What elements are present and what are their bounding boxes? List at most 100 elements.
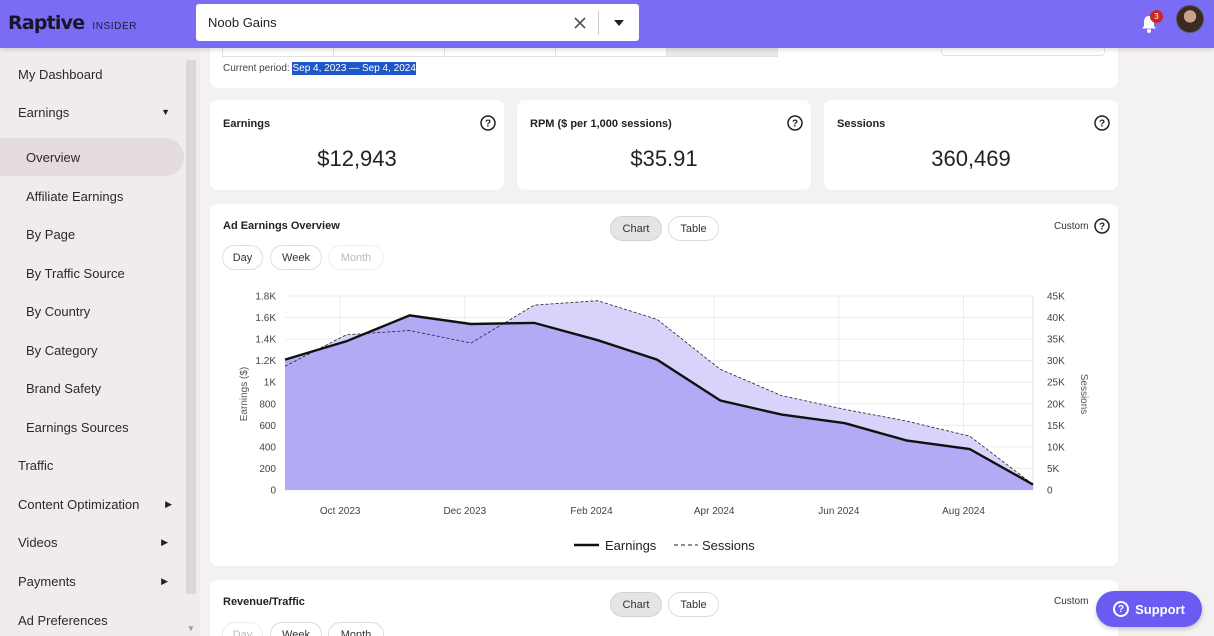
logo-subtitle: INSIDER (92, 21, 138, 32)
y-tick-label: 200 (259, 464, 276, 475)
sidebar-item-label: Traffic (18, 457, 54, 473)
custom-label: Custom (1054, 596, 1089, 607)
y-tick-label: 1.4K (255, 335, 276, 346)
sidebar-item-by-page[interactable]: By Page (0, 215, 184, 253)
sidebar-item-earnings-sources[interactable]: Earnings Sources (0, 408, 184, 446)
support-label: Support (1135, 601, 1185, 617)
sidebar-item-label: My Dashboard (18, 66, 103, 82)
metric-value: $35.91 (630, 146, 698, 171)
sidebar-item-label: By Country (26, 303, 91, 319)
avatar[interactable] (1176, 5, 1204, 33)
caret-right-icon: ▶ (161, 536, 168, 547)
sidebar-item-brand-safety[interactable]: Brand Safety (0, 369, 184, 407)
y-tick-label: 1.8K (255, 292, 276, 303)
y2-axis-label: Sessions (1078, 374, 1089, 415)
logo[interactable]: Raptive INSIDER (8, 12, 137, 34)
metric-title: Earnings (223, 118, 271, 130)
granularity-week[interactable]: Week (270, 622, 322, 636)
sidebar-item-label: By Traffic Source (26, 265, 125, 281)
sidebar-item-payments[interactable]: Payments ▶ (0, 562, 184, 600)
chart-legend: Earnings Sessions (574, 538, 755, 553)
y2-tick-label: 10K (1047, 442, 1065, 453)
sidebar-item-label: Affiliate Earnings (26, 188, 124, 204)
chevron-down-icon[interactable] (599, 4, 639, 41)
support-button[interactable]: ? Support (1096, 591, 1202, 627)
earnings-card: Earnings ? $12,943 (210, 100, 504, 190)
metric-title: RPM ($ per 1,000 sessions) (530, 118, 672, 130)
y-tick-label: 1.2K (255, 356, 276, 367)
legend-earnings: Earnings (605, 538, 657, 553)
sidebar-item-earnings[interactable]: Earnings ▼ (0, 93, 184, 131)
sidebar-item-traffic[interactable]: Traffic (0, 446, 184, 484)
y-tick-label: 1.6K (255, 313, 276, 324)
sidebar-item-label: Ad Preferences (18, 612, 108, 628)
sidebar-item-videos[interactable]: Videos ▶ (0, 523, 184, 561)
sidebar-item-label: Videos (18, 534, 58, 550)
help-icon[interactable]: ? (480, 115, 496, 131)
sidebar-item-overview[interactable]: Overview (0, 138, 184, 176)
sidebar-item-label: Content Optimization (18, 496, 140, 512)
sidebar-item-my-dashboard[interactable]: My Dashboard (0, 55, 184, 93)
logo-text: Raptive (8, 12, 85, 34)
y-tick-label: 600 (259, 421, 276, 432)
x-tick-label: Jun 2024 (818, 506, 860, 517)
sidebar-item-by-category[interactable]: By Category (0, 331, 184, 369)
question-icon: ? (1113, 601, 1130, 617)
metric-title: Sessions (837, 118, 886, 130)
sidebar-item-label: Earnings Sources (26, 419, 129, 435)
clear-icon[interactable] (562, 4, 598, 41)
sidebar-item-label: Overview (26, 149, 81, 165)
sidebar-item-label: Brand Safety (26, 380, 102, 396)
sidebar-item-by-traffic-source[interactable]: By Traffic Source (0, 254, 184, 292)
notification-badge: 3 (1150, 10, 1163, 23)
sidebar-item-label: Earnings (18, 104, 70, 120)
granularity-day[interactable]: Day (222, 622, 263, 636)
sidebar-scrollbar[interactable] (186, 60, 196, 594)
sessions-card: Sessions ? 360,469 (824, 100, 1118, 190)
metric-value: $12,943 (317, 146, 397, 171)
tab-chart[interactable]: Chart (610, 592, 662, 617)
current-period-label: Current period: (223, 63, 290, 74)
y2-tick-label: 20K (1047, 399, 1065, 410)
tab-table[interactable]: Table (668, 592, 719, 617)
ad-earnings-chart: 0 0 200 5K 400 10K 600 15K 800 20K 1K 25K 1.2K 30K 1.4… (239, 292, 1089, 554)
y-tick-label: 800 (259, 399, 276, 410)
sidebar-item-label: Payments (18, 573, 76, 589)
x-tick-label: Dec 2023 (443, 506, 486, 517)
x-tick-label: Feb 2024 (570, 506, 613, 517)
scroll-down-icon[interactable]: ▼ (186, 624, 196, 633)
sidebar-item-content-optimization[interactable]: Content Optimization ▶ (0, 485, 184, 523)
current-period-range: Sep 4, 2023 — Sep 4, 2024 (292, 62, 416, 75)
sidebar-item-ad-preferences[interactable]: Ad Preferences (0, 601, 184, 636)
granularity-month[interactable]: Month (328, 622, 384, 636)
y-tick-label: 0 (270, 486, 276, 497)
x-tick-label: Aug 2024 (942, 506, 985, 517)
x-tick-label: Oct 2023 (320, 506, 361, 517)
help-icon[interactable]: ? (787, 115, 803, 131)
revenue-traffic-card: Revenue/Traffic Chart Table Custom Day W… (210, 580, 1118, 636)
sidebar-item-label: By Category (26, 342, 98, 358)
y2-tick-label: 25K (1047, 378, 1065, 389)
svg-text:?: ? (485, 119, 491, 130)
svg-text:?: ? (1099, 119, 1105, 130)
caret-right-icon: ▶ (165, 498, 172, 509)
sidebar-item-label: By Page (26, 226, 76, 242)
ad-earnings-overview-card: Ad Earnings Overview Chart Table Custom … (210, 204, 1118, 566)
y2-tick-label: 40K (1047, 313, 1065, 324)
site-selector-value[interactable]: Noob Gains (196, 15, 562, 30)
metric-value: 360,469 (931, 146, 1011, 171)
help-icon[interactable]: ? (1094, 115, 1110, 131)
sidebar-item-by-country[interactable]: By Country (0, 292, 184, 330)
y-tick-label: 1K (264, 378, 277, 389)
y-tick-label: 400 (259, 442, 276, 453)
rpm-card: RPM ($ per 1,000 sessions) ? $35.91 (517, 100, 811, 190)
site-selector[interactable]: Noob Gains (196, 4, 639, 41)
current-period: Current period: Sep 4, 2023 — Sep 4, 202… (223, 62, 416, 75)
sidebar-item-affiliate-earnings[interactable]: Affiliate Earnings (0, 177, 184, 215)
y2-tick-label: 0 (1047, 486, 1053, 497)
x-tick-label: Apr 2024 (694, 506, 735, 517)
y2-tick-label: 45K (1047, 292, 1065, 303)
y-axis-label: Earnings ($) (239, 367, 250, 421)
legend-sessions: Sessions (702, 538, 755, 553)
y2-tick-label: 5K (1047, 464, 1060, 475)
